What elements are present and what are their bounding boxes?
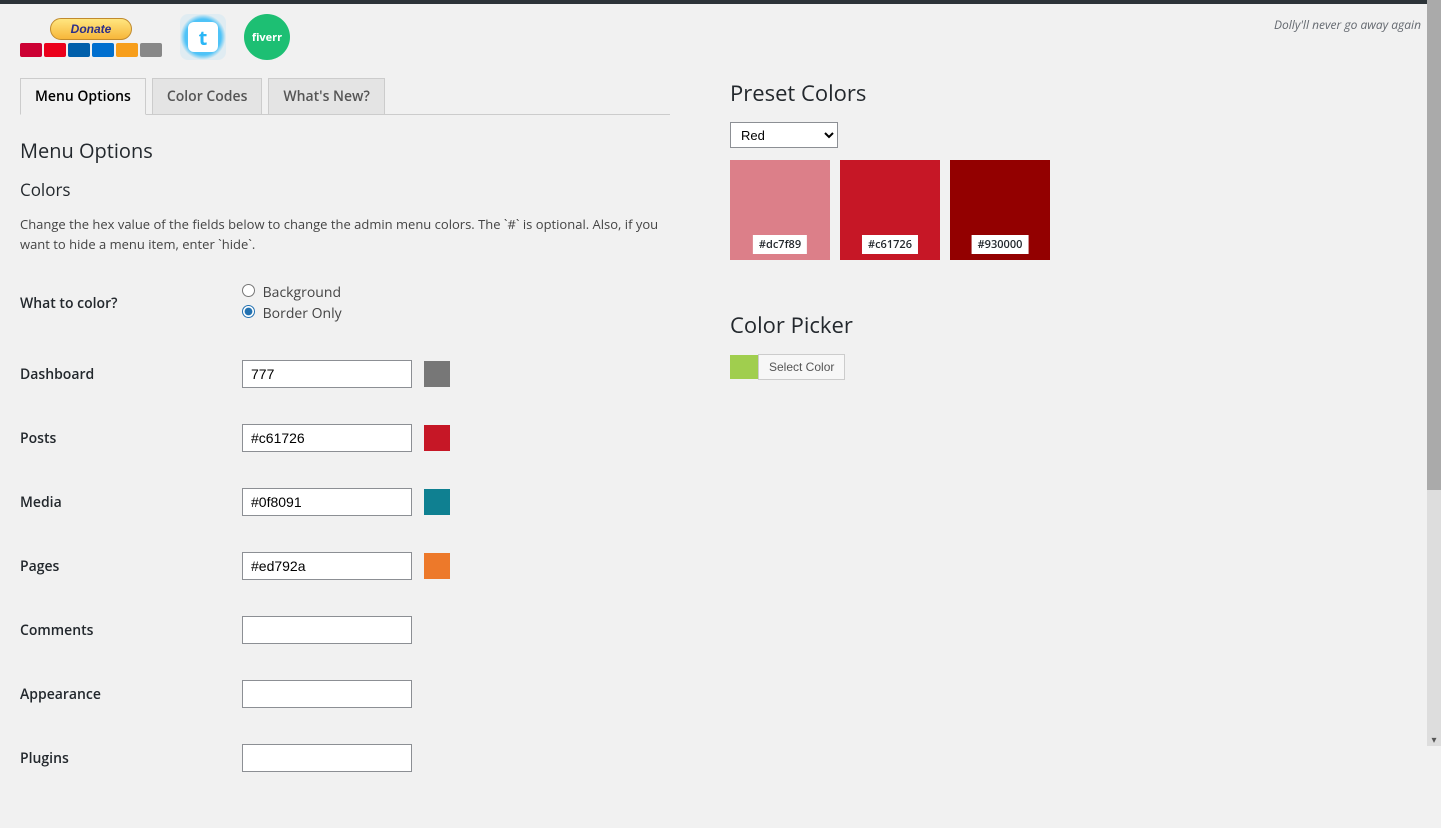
color-input-pages[interactable] bbox=[242, 552, 412, 580]
donate-button[interactable]: Donate bbox=[50, 18, 133, 40]
donate-block[interactable]: Donate bbox=[20, 18, 162, 57]
tab-what-s-new-[interactable]: What's New? bbox=[268, 78, 384, 114]
select-color-button[interactable]: Select Color bbox=[758, 354, 845, 380]
menu-item-label: Media bbox=[20, 493, 242, 512]
menu-item-label: Posts bbox=[20, 429, 242, 448]
menu-item-row: Posts bbox=[20, 424, 670, 452]
color-input-comments[interactable] bbox=[242, 616, 412, 644]
preset-swatch-label: #c61726 bbox=[862, 235, 918, 254]
radio-background-input[interactable] bbox=[242, 284, 255, 297]
scrollbar[interactable]: ▾ bbox=[1427, 0, 1441, 746]
color-swatch bbox=[424, 361, 450, 387]
color-input-dashboard[interactable] bbox=[242, 360, 412, 388]
radio-border-input[interactable] bbox=[242, 305, 255, 318]
preset-colors-title: Preset Colors bbox=[730, 78, 1421, 108]
menu-item-row: Pages bbox=[20, 552, 670, 580]
menu-item-label: Dashboard bbox=[20, 365, 242, 384]
color-picker-title: Color Picker bbox=[730, 310, 1421, 340]
preset-swatch[interactable]: #dc7f89 bbox=[730, 160, 830, 260]
payment-card-icon bbox=[44, 43, 66, 57]
payment-card-icon bbox=[20, 43, 42, 57]
payment-card-icon bbox=[116, 43, 138, 57]
payment-card-icon bbox=[140, 43, 162, 57]
color-swatch bbox=[424, 425, 450, 451]
color-input-plugins[interactable] bbox=[242, 744, 412, 772]
payment-card-icon bbox=[92, 43, 114, 57]
menu-item-label: Pages bbox=[20, 557, 242, 576]
preset-swatch-label: #dc7f89 bbox=[753, 235, 807, 254]
subsection-title: Colors bbox=[20, 178, 670, 201]
radio-border[interactable]: Border Only bbox=[242, 303, 342, 324]
menu-item-label: Appearance bbox=[20, 685, 242, 704]
scroll-down-icon[interactable]: ▾ bbox=[1427, 732, 1441, 746]
radio-background[interactable]: Background bbox=[242, 282, 342, 303]
tab-color-codes[interactable]: Color Codes bbox=[152, 78, 263, 114]
menu-item-row: Appearance bbox=[20, 680, 670, 708]
payment-cards bbox=[20, 43, 162, 57]
color-input-posts[interactable] bbox=[242, 424, 412, 452]
dolly-quote: Dolly'll never go away again bbox=[1274, 16, 1421, 33]
tabs: Menu OptionsColor CodesWhat's New? bbox=[20, 78, 670, 115]
tab-menu-options[interactable]: Menu Options bbox=[20, 78, 146, 115]
menu-item-row: Dashboard bbox=[20, 360, 670, 388]
menu-item-row: Plugins bbox=[20, 744, 670, 772]
payment-card-icon bbox=[68, 43, 90, 57]
color-input-appearance[interactable] bbox=[242, 680, 412, 708]
preset-swatch-label: #930000 bbox=[972, 235, 1029, 254]
color-input-media[interactable] bbox=[242, 488, 412, 516]
preset-select[interactable]: Red bbox=[730, 122, 838, 148]
color-picker-swatch[interactable] bbox=[730, 355, 758, 379]
color-swatch bbox=[424, 553, 450, 579]
color-swatch bbox=[424, 489, 450, 515]
description: Change the hex value of the fields below… bbox=[20, 215, 670, 254]
menu-item-row: Comments bbox=[20, 616, 670, 644]
scrollbar-thumb[interactable] bbox=[1427, 0, 1441, 490]
fiverr-icon[interactable]: fiverr bbox=[244, 14, 290, 60]
section-title: Menu Options bbox=[20, 137, 670, 164]
menu-item-row: Media bbox=[20, 488, 670, 516]
menu-item-label: Plugins bbox=[20, 749, 242, 768]
menu-item-label: Comments bbox=[20, 621, 242, 640]
preset-swatch[interactable]: #c61726 bbox=[840, 160, 940, 260]
preset-swatch[interactable]: #930000 bbox=[950, 160, 1050, 260]
twitter-icon[interactable]: t bbox=[180, 14, 226, 60]
what-to-color-label: What to color? bbox=[20, 294, 242, 313]
